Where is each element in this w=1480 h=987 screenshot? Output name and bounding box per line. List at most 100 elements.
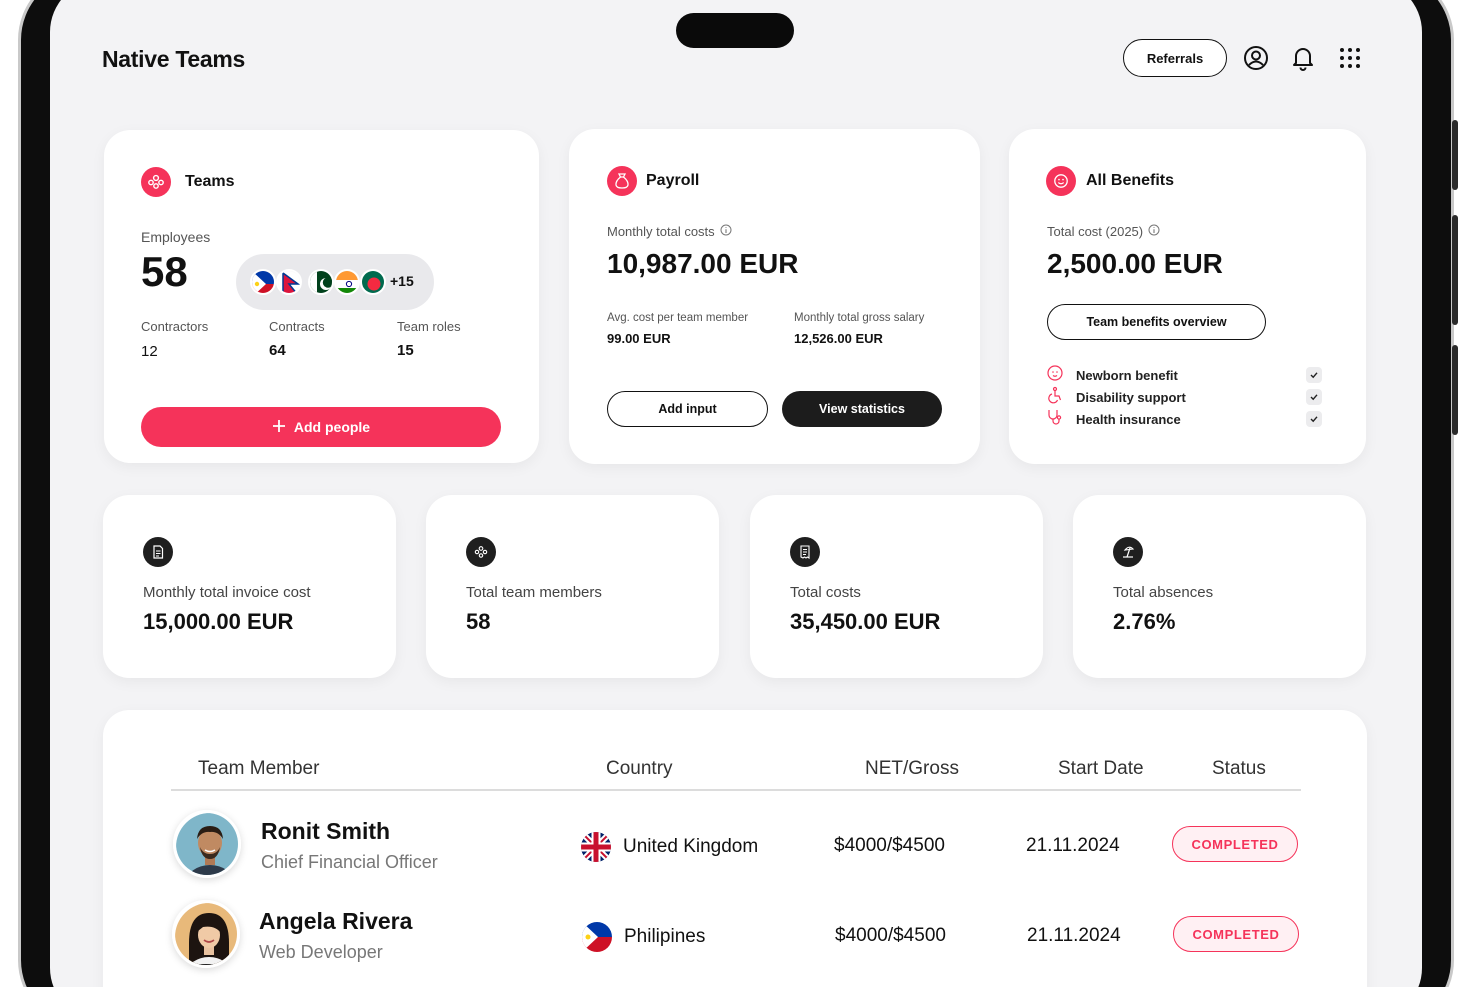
- check-icon[interactable]: [1306, 389, 1322, 405]
- stat-label: Total costs: [790, 584, 861, 601]
- camera-notch: [676, 13, 794, 48]
- gross-salary-label: Monthly total gross salary: [794, 312, 925, 324]
- stat-card[interactable]: Monthly total invoice cost 15,000.00 EUR: [103, 495, 396, 678]
- total-cost-value: 2,500.00 EUR: [1047, 248, 1223, 279]
- status-badge[interactable]: COMPLETED: [1173, 916, 1299, 952]
- employees-value: 58: [141, 248, 188, 295]
- side-button: [1452, 345, 1458, 435]
- stat-card[interactable]: Total team members 58: [426, 495, 719, 678]
- apps-grid-icon[interactable]: [1336, 44, 1364, 72]
- benefits-card: All Benefits Total cost (2025) 2,500.00 …: [1009, 129, 1366, 464]
- employees-label: Employees: [141, 229, 211, 245]
- smile-icon: [1046, 166, 1076, 196]
- member-name[interactable]: Ronit Smith: [261, 818, 390, 845]
- monthly-total-costs-value: 10,987.00 EUR: [607, 248, 799, 279]
- member-role: Web Developer: [259, 942, 383, 962]
- avatar: [173, 810, 241, 878]
- beach-icon: [1113, 537, 1143, 567]
- member-country: United Kingdom: [581, 832, 758, 862]
- stat-value: 15,000.00 EUR: [143, 609, 294, 634]
- monthly-total-costs-text: Monthly total costs: [607, 224, 715, 239]
- benefit-label: Health insurance: [1076, 411, 1181, 427]
- add-input-button[interactable]: Add input: [607, 391, 768, 427]
- net-gross: $4000/$4500: [834, 835, 945, 856]
- benefits-title: All Benefits: [1086, 172, 1175, 189]
- wheelchair-icon: [1046, 386, 1064, 409]
- total-cost-label: Total cost (2025): [1047, 224, 1160, 239]
- start-date: 21.11.2024: [1027, 925, 1121, 946]
- team-benefits-overview-button[interactable]: Team benefits overview: [1047, 304, 1266, 340]
- contracts-value: 64: [269, 342, 286, 359]
- country-name: United Kingdom: [623, 836, 759, 857]
- stat-label: Total team members: [466, 584, 602, 601]
- info-icon[interactable]: [1148, 224, 1160, 239]
- team-roles-value: 15: [397, 342, 414, 359]
- side-button: [1452, 120, 1458, 190]
- member-country: Philipines: [582, 922, 705, 952]
- pakistan-flag-icon: [308, 269, 334, 295]
- app-logo[interactable]: Native Teams: [102, 46, 245, 73]
- team-icon: [466, 537, 496, 567]
- column-header[interactable]: Team Member: [198, 758, 319, 780]
- avg-cost-label: Avg. cost per team member: [607, 312, 749, 324]
- stat-label: Monthly total invoice cost: [143, 584, 311, 601]
- stat-value: 35,450.00 EUR: [790, 609, 941, 634]
- team-members-table: Team Member Country NET/Gross Start Date…: [103, 710, 1367, 987]
- country-flags-pill[interactable]: +15: [236, 254, 434, 310]
- view-statistics-button[interactable]: View statistics: [782, 391, 942, 427]
- stat-label: Total absences: [1113, 584, 1214, 601]
- payroll-title: Payroll: [646, 172, 700, 189]
- add-people-label: Add people: [293, 419, 371, 435]
- benefit-item[interactable]: Newborn benefit: [1046, 364, 1322, 387]
- stethoscope-icon: [1046, 408, 1064, 431]
- app-screen: Native Teams Referrals Teams Employees 5…: [50, 0, 1422, 987]
- contracts-label: Contracts: [269, 319, 325, 334]
- start-date: 21.11.2024: [1026, 835, 1120, 856]
- header-divider: [171, 789, 1301, 791]
- benefit-label: Disability support: [1076, 389, 1186, 405]
- payroll-card: Payroll Monthly total costs 10,987.00 EU…: [569, 129, 980, 464]
- document-icon: [143, 537, 173, 567]
- stat-card[interactable]: Total costs 35,450.00 EUR: [750, 495, 1043, 678]
- contractors-label: Contractors: [141, 319, 209, 334]
- user-icon[interactable]: [1242, 44, 1270, 72]
- member-name[interactable]: Angela Rivera: [259, 908, 412, 935]
- referrals-button[interactable]: Referrals: [1123, 39, 1227, 77]
- info-icon[interactable]: [720, 224, 732, 239]
- benefit-item[interactable]: Disability support: [1046, 386, 1322, 409]
- benefit-item[interactable]: Health insurance: [1046, 409, 1322, 429]
- column-header[interactable]: Start Date: [1058, 758, 1144, 780]
- side-button: [1452, 215, 1458, 325]
- total-cost-text: Total cost (2025): [1047, 224, 1144, 239]
- baby-icon: [1046, 364, 1064, 387]
- receipt-icon: [790, 537, 820, 567]
- member-role: Chief Financial Officer: [261, 852, 438, 872]
- nepal-flag-icon: [276, 269, 302, 295]
- bell-icon[interactable]: [1289, 44, 1317, 72]
- stat-value: 58: [466, 609, 491, 634]
- bangladesh-flag-icon: [360, 269, 386, 295]
- more-flags-count: +15: [390, 273, 414, 289]
- plus-icon: [272, 419, 286, 436]
- stat-card[interactable]: Total absences 2.76%: [1073, 495, 1366, 678]
- gross-salary-value: 12,526.00 EUR: [794, 331, 883, 346]
- team-roles-label: Team roles: [397, 319, 461, 334]
- check-icon[interactable]: [1306, 367, 1322, 383]
- teams-icon: [141, 167, 171, 197]
- philippines-flag-icon: [582, 922, 612, 952]
- contractors-value: 12: [141, 343, 158, 360]
- column-header[interactable]: NET/Gross: [865, 758, 959, 780]
- money-bag-icon: [607, 166, 637, 196]
- country-name: Philipines: [624, 926, 706, 947]
- column-header[interactable]: Status: [1212, 758, 1266, 780]
- column-header[interactable]: Country: [606, 758, 673, 780]
- teams-title: Teams: [185, 173, 235, 190]
- benefit-label: Newborn benefit: [1076, 367, 1178, 383]
- check-icon[interactable]: [1306, 411, 1322, 427]
- india-flag-icon: [334, 269, 360, 295]
- add-people-button[interactable]: Add people: [141, 407, 501, 447]
- avatar: [172, 900, 240, 968]
- monthly-total-costs-label: Monthly total costs: [607, 224, 732, 239]
- stat-value: 2.76%: [1113, 609, 1176, 634]
- status-badge[interactable]: COMPLETED: [1172, 826, 1298, 862]
